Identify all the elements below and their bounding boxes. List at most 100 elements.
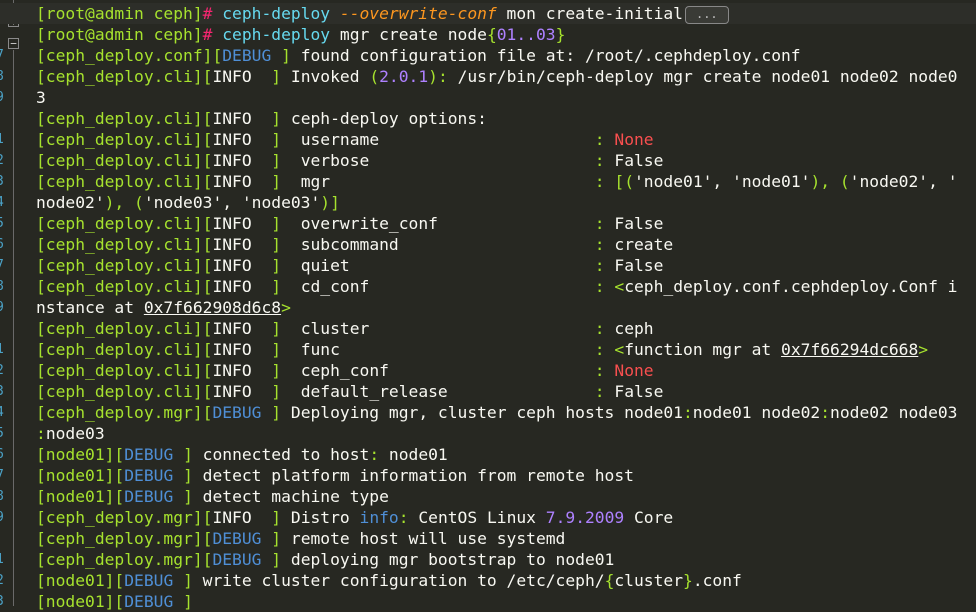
text-segment: 01..03 xyxy=(496,25,556,44)
text-segment: False xyxy=(614,151,664,170)
terminal-output[interactable]: [root@admin ceph]# ceph-deploy --overwri… xyxy=(0,3,976,612)
text-segment: # xyxy=(202,4,223,23)
text-segment: 0x7f662908d6c8 xyxy=(143,298,282,317)
text-segment: nstance at xyxy=(36,298,144,317)
text-segment: mon create-initial xyxy=(496,4,683,23)
output-line: 3 xyxy=(36,87,976,108)
text-segment: detect platform information from remote … xyxy=(202,466,634,485)
text-segment: INFO xyxy=(212,340,272,359)
text-segment: ] xyxy=(183,445,203,464)
text-segment: : < xyxy=(594,340,625,359)
text-segment: DEBUG xyxy=(124,445,184,464)
text-segment: quiet xyxy=(300,256,595,275)
line-number: 9 xyxy=(0,87,6,108)
text-segment: ] xyxy=(271,214,301,233)
text-segment: [root@admin ceph] xyxy=(36,4,203,23)
line-number xyxy=(0,528,6,549)
text-segment: remote host will use systemd xyxy=(290,529,566,548)
output-line: [node01][DEBUG ] write cluster configura… xyxy=(36,570,976,591)
text-segment: ), ( xyxy=(810,172,850,191)
text-segment: INFO xyxy=(212,319,272,338)
text-segment: ] xyxy=(183,487,203,506)
text-segment: : xyxy=(594,361,615,380)
text-segment: : xyxy=(594,151,615,170)
text-segment: INFO xyxy=(212,214,272,233)
text-segment: INFO xyxy=(212,130,272,149)
text-segment: # xyxy=(202,25,223,44)
text-segment: INFO xyxy=(212,172,272,191)
line-number: 7 xyxy=(0,255,6,276)
text-segment: [ceph_deploy.cli][ xyxy=(36,235,213,254)
text-segment: ceph_conf xyxy=(300,361,595,380)
output-line: [ceph_deploy.cli][INFO ] default_release… xyxy=(36,381,976,402)
text-segment: Deploying mgr, cluster ceph hosts node01 xyxy=(290,403,683,422)
text-segment: ): xyxy=(428,67,458,86)
output-line: [ceph_deploy.cli][INFO ] subcommand : cr… xyxy=(36,234,976,255)
text-segment: ] xyxy=(281,46,301,65)
text-segment: found configuration file at: /root/.ceph… xyxy=(300,46,801,65)
output-line: [ceph_deploy.mgr][INFO ] Distro info: Ce… xyxy=(36,507,976,528)
text-segment: ceph_deploy.conf.cephdeploy.Conf i xyxy=(624,277,958,296)
output-line: [node01][DEBUG ] xyxy=(36,591,976,612)
output-line: [node01][DEBUG ] detect platform informa… xyxy=(36,465,976,486)
text-segment: [node01][ xyxy=(36,592,125,611)
text-segment: ), ( xyxy=(104,193,144,212)
text-segment: Core xyxy=(624,508,674,527)
text-segment: INFO xyxy=(212,109,272,128)
text-segment: /usr/bin/ceph-deploy mgr create node01 n… xyxy=(457,67,958,86)
text-segment: : xyxy=(594,214,615,233)
text-segment: ] xyxy=(271,550,291,569)
line-number: 2 xyxy=(0,570,6,591)
text-segment: ] xyxy=(271,151,301,170)
text-segment: DEBUG xyxy=(222,46,282,65)
text-segment: INFO xyxy=(212,151,272,170)
text-segment: INFO xyxy=(212,277,272,296)
text-segment: [( xyxy=(614,172,634,191)
output-line: [ceph_deploy.cli][INFO ] overwrite_conf … xyxy=(36,213,976,234)
text-segment: [node01][ xyxy=(36,445,125,464)
text-segment: mgr xyxy=(300,172,595,191)
text-segment: : xyxy=(594,130,615,149)
line-number: 1 xyxy=(0,549,6,570)
command-line: [root@admin ceph]# ceph-deploy mgr creat… xyxy=(36,24,976,45)
fold-guide-line xyxy=(13,50,14,606)
output-line: [ceph_deploy.cli][INFO ] verbose : False xyxy=(36,150,976,171)
text-segment: cd_conf xyxy=(300,277,595,296)
line-number xyxy=(0,318,6,339)
text-segment: verbose xyxy=(300,151,595,170)
text-segment: ] xyxy=(271,109,291,128)
text-segment: > xyxy=(918,340,929,359)
output-line: [ceph_deploy.cli][INFO ] Invoked (2.0.1)… xyxy=(36,66,976,87)
text-segment: function mgr at xyxy=(624,340,782,359)
text-segment: [ceph_deploy.conf][ xyxy=(36,46,223,65)
text-segment: ] xyxy=(271,256,301,275)
text-segment: : xyxy=(594,172,615,191)
command-line: [root@admin ceph]# ceph-deploy --overwri… xyxy=(0,3,976,24)
output-line: [ceph_deploy.conf][DEBUG ] found configu… xyxy=(36,45,976,66)
text-segment: ceph-deploy xyxy=(222,25,340,44)
text-segment: [ceph_deploy.cli][ xyxy=(36,340,213,359)
text-segment: [ceph_deploy.cli][ xyxy=(36,130,213,149)
text-segment: ceph xyxy=(614,319,654,338)
text-segment: [ceph_deploy.cli][ xyxy=(36,109,213,128)
text-segment: INFO xyxy=(212,382,272,401)
text-segment: ceph-deploy options: xyxy=(290,109,487,128)
text-segment: [ceph_deploy.mgr][ xyxy=(36,508,213,527)
more-ellipsis-icon[interactable]: ... xyxy=(684,5,729,24)
line-number-gutter: 5789123456789123456789123+− xyxy=(0,0,34,609)
text-segment: [node01][ xyxy=(36,466,125,485)
text-segment: 7.9.2009 xyxy=(545,508,625,527)
text-segment: default_release xyxy=(300,382,595,401)
text-segment: : < xyxy=(594,277,625,296)
output-line: [ceph_deploy.cli][INFO ] mgr : [('node01… xyxy=(36,171,976,192)
text-segment: 'node01', 'node01' xyxy=(634,172,811,191)
text-segment: [ceph_deploy.cli][ xyxy=(36,361,213,380)
text-segment: 'node03', 'node03' xyxy=(143,193,321,212)
text-segment: ] xyxy=(271,67,291,86)
line-number: 2 xyxy=(0,360,6,381)
fold-collapse-icon[interactable]: − xyxy=(8,38,19,49)
text-segment: .conf xyxy=(692,571,742,590)
text-segment: 2.0.1 xyxy=(379,67,429,86)
text-segment: ] xyxy=(271,319,301,338)
text-segment: Invoked xyxy=(290,67,370,86)
